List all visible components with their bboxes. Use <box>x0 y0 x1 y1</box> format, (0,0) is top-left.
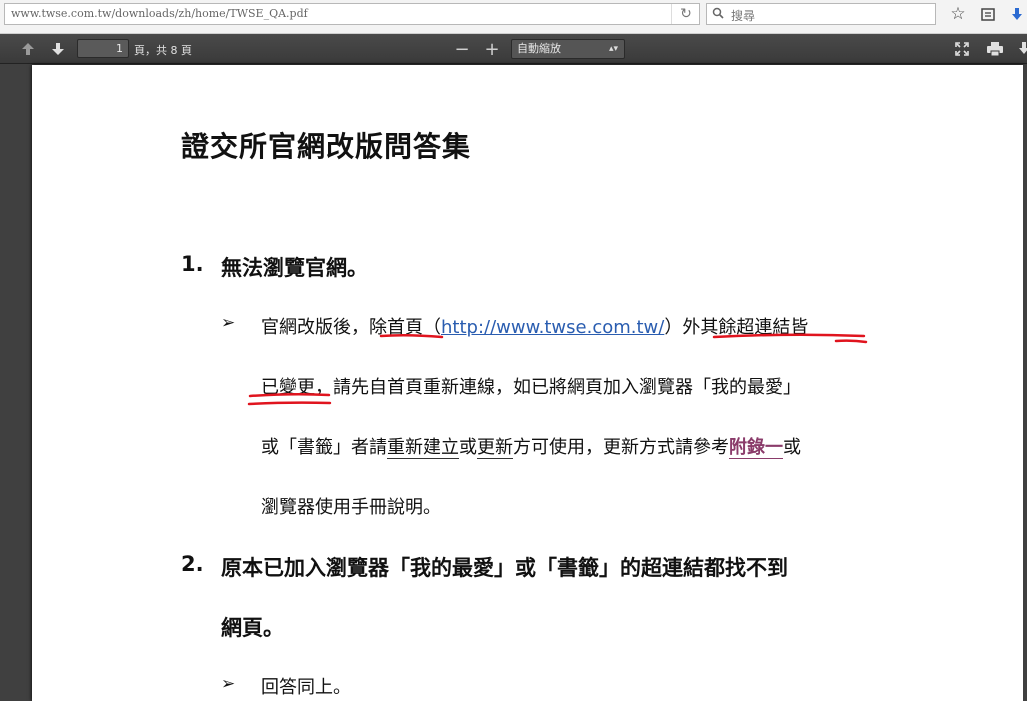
text-segment: 已變更 <box>261 377 315 398</box>
document-title: 證交所官網改版問答集 <box>181 130 472 163</box>
answer-2-text: 回答同上。 <box>261 677 351 698</box>
text-segment: 或 <box>783 437 801 458</box>
homepage-link[interactable]: http://www.twse.com.tw/ <box>441 317 664 338</box>
question-2-heading-line-1: 原本已加入瀏覽器「我的最愛」或「書籤」的超連結都找不到 <box>221 556 788 580</box>
search-bar[interactable]: 搜尋 <box>706 3 936 25</box>
question-2-heading-line-2: 網頁。 <box>221 616 284 640</box>
fullscreen-icon[interactable] <box>950 39 974 59</box>
text-segment: 外其餘超連結皆 <box>682 317 809 338</box>
text-segment: 或「書籤」者請 <box>261 437 387 458</box>
print-icon[interactable] <box>983 39 1007 59</box>
page-count-label: 頁，共 8 頁 <box>134 44 192 57</box>
rebuild-text: 重新建立 <box>387 437 459 459</box>
reload-icon[interactable]: ↻ <box>671 4 700 24</box>
zoom-in-icon[interactable]: + <box>480 39 504 60</box>
zoom-out-icon[interactable]: − <box>450 39 474 60</box>
text-segment: （ <box>423 317 441 338</box>
chevron-updown-icon: ▴▾ <box>608 44 618 54</box>
question-2-number: 2. <box>181 552 204 576</box>
answer-1-line-3: 或「書籤」者請重新建立或更新方可使用，更新方式請參考附錄一或 <box>261 433 801 459</box>
answer-1-line-4: 瀏覽器使用手冊說明。 <box>261 497 441 518</box>
answer-1-line-1: 官網改版後，除首頁（http://www.twse.com.tw/）外其餘超連結… <box>261 313 808 339</box>
page-number-input[interactable]: 1 <box>77 39 129 58</box>
scrollbar[interactable] <box>1023 65 1027 701</box>
url-text[interactable]: www.twse.com.tw/downloads/zh/home/TWSE_Q… <box>11 7 308 20</box>
text-segment: 方可使用，更新方式請參考 <box>513 437 729 458</box>
appendix-1-link[interactable]: 附錄一 <box>729 437 783 459</box>
document-viewer[interactable]: 證交所官網改版問答集 1. 無法瀏覽官網。 ➢ 官網改版後，除首頁（http:/… <box>0 65 1027 701</box>
reading-list-icon[interactable] <box>977 4 999 24</box>
text-segment: 除首頁 <box>369 317 423 338</box>
address-bar[interactable]: www.twse.com.tw/downloads/zh/home/TWSE_Q… <box>4 3 700 25</box>
browser-toolbar: www.twse.com.tw/downloads/zh/home/TWSE_Q… <box>0 0 1027 34</box>
text-segment: ） <box>664 317 683 338</box>
question-1-heading: 無法瀏覽官網。 <box>221 256 368 280</box>
answer-1-line-2: 已變更，請先自首頁重新連線，如已將網頁加入瀏覽器「我的最愛」 <box>261 373 801 399</box>
arrow-bullet-icon: ➢ <box>221 674 236 694</box>
pdf-page: 證交所官網改版問答集 1. 無法瀏覽官網。 ➢ 官網改版後，除首頁（http:/… <box>32 65 1023 701</box>
question-1-number: 1. <box>181 252 204 276</box>
arrow-bullet-icon: ➢ <box>221 313 236 333</box>
zoom-select-label: 自動縮放 <box>517 42 561 55</box>
text-segment: ，請先自首頁重新連線，如已將網頁加入瀏覽器「我的最愛」 <box>315 377 801 398</box>
search-placeholder: 搜尋 <box>731 9 756 23</box>
download-icon[interactable] <box>1006 4 1027 24</box>
update-text: 更新 <box>477 437 513 459</box>
text-segment: 或 <box>459 437 477 458</box>
text-segment: 官網改版後， <box>261 317 369 338</box>
bookmark-star-icon[interactable]: ☆ <box>947 4 969 24</box>
search-icon <box>712 7 724 19</box>
previous-page-icon[interactable] <box>16 39 40 59</box>
zoom-select[interactable]: 自動縮放 ▴▾ <box>511 39 625 59</box>
next-page-icon[interactable] <box>46 39 70 59</box>
download-pdf-icon[interactable] <box>1012 39 1027 59</box>
pdf-toolbar: 1 頁，共 8 頁 − + 自動縮放 ▴▾ <box>0 34 1027 64</box>
